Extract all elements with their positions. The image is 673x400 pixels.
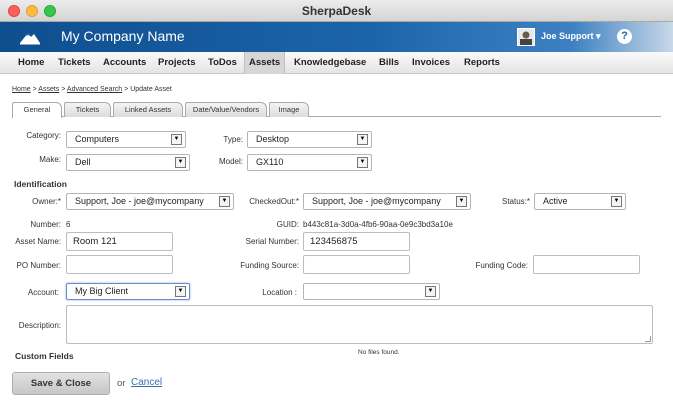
number-value: 6: [66, 220, 71, 229]
dropdown-arrow-icon[interactable]: ▼: [171, 134, 182, 145]
dropdown-arrow-icon[interactable]: ▼: [456, 196, 467, 207]
tab-date-value-vendors[interactable]: Date/Value/Vendors: [185, 102, 267, 117]
breadcrumb: Home > Assets > Advanced Search > Update…: [12, 86, 172, 93]
nav-reports[interactable]: Reports: [460, 52, 504, 74]
type-value: Desktop: [256, 134, 290, 144]
serial-number-input[interactable]: 123456875: [303, 232, 410, 251]
asset-name-label: Asset Name:: [15, 237, 61, 246]
dropdown-arrow-icon[interactable]: ▼: [175, 157, 186, 168]
user-menu[interactable]: Joe Support ▾: [541, 31, 601, 42]
app-header: My Company Name Joe Support ▾ ?: [0, 22, 673, 52]
type-select[interactable]: Desktop ▼: [247, 131, 372, 148]
account-label: Account:: [27, 288, 59, 297]
nav-assets[interactable]: Assets: [244, 52, 286, 74]
tab-general[interactable]: General: [12, 102, 62, 118]
description-textarea[interactable]: [66, 305, 653, 344]
dropdown-arrow-icon[interactable]: ▼: [175, 286, 186, 297]
no-files-message: No files found.: [358, 349, 400, 356]
main-nav: Home Tickets Accounts Projects ToDos Ass…: [0, 52, 673, 74]
model-select[interactable]: GX110 ▼: [247, 154, 372, 171]
type-label: Type:: [223, 135, 243, 144]
tab-tickets[interactable]: Tickets: [64, 102, 111, 117]
owner-value: Support, Joe - joe@mycompany: [75, 196, 204, 206]
nav-projects[interactable]: Projects: [154, 52, 200, 74]
custom-fields-header: Custom Fields: [15, 351, 74, 361]
dropdown-arrow-icon[interactable]: ▼: [357, 134, 368, 145]
category-value: Computers: [75, 134, 120, 144]
dropdown-arrow-icon[interactable]: ▼: [219, 196, 230, 207]
breadcrumb-separator: >: [32, 86, 37, 93]
nav-knowledgebase[interactable]: Knowledgebase: [290, 52, 370, 74]
nav-bills[interactable]: Bills: [375, 52, 403, 74]
mountain-logo-icon[interactable]: [18, 28, 42, 46]
location-select[interactable]: ▼: [303, 283, 440, 300]
cancel-link[interactable]: Cancel: [131, 377, 162, 388]
po-number-label: PO Number:: [16, 261, 61, 270]
or-text: or: [117, 378, 126, 389]
dropdown-arrow-icon[interactable]: ▼: [425, 286, 436, 297]
resize-grip-icon[interactable]: [645, 336, 651, 342]
status-select[interactable]: Active ▼: [534, 193, 626, 210]
nav-home[interactable]: Home: [14, 52, 48, 74]
nav-invoices[interactable]: Invoices: [408, 52, 454, 74]
serial-number-label: Serial Number:: [245, 237, 299, 246]
avatar[interactable]: [517, 28, 535, 46]
breadcrumb-current: Update Asset: [130, 86, 172, 93]
account-select[interactable]: My Big Client ▼: [66, 283, 190, 300]
company-name[interactable]: My Company Name: [61, 28, 185, 44]
asset-name-input[interactable]: Room 121: [66, 232, 173, 251]
owner-label: Owner:*: [32, 197, 61, 206]
status-label: Status:*: [501, 197, 530, 206]
make-label: Make:: [39, 155, 61, 164]
breadcrumb-separator: >: [124, 86, 129, 93]
make-select[interactable]: Dell ▼: [66, 154, 190, 171]
make-value: Dell: [75, 157, 91, 167]
nav-tickets[interactable]: Tickets: [54, 52, 95, 74]
dropdown-arrow-icon[interactable]: ▼: [611, 196, 622, 207]
model-value: GX110: [256, 157, 284, 167]
guid-label: GUID:: [276, 220, 299, 229]
checkedout-value: Support, Joe - joe@mycompany: [312, 196, 441, 206]
account-value: My Big Client: [75, 286, 129, 296]
save-close-button[interactable]: Save & Close: [12, 372, 110, 395]
owner-select[interactable]: Support, Joe - joe@mycompany ▼: [66, 193, 234, 210]
tab-linked-assets[interactable]: Linked Assets: [113, 102, 183, 117]
breadcrumb-advanced-search-link[interactable]: Advanced Search: [67, 86, 122, 93]
nav-accounts[interactable]: Accounts: [99, 52, 150, 74]
funding-code-label: Funding Code:: [475, 261, 528, 270]
checkedout-select[interactable]: Support, Joe - joe@mycompany ▼: [303, 193, 471, 210]
user-avatar-icon: [520, 31, 532, 45]
model-label: Model:: [218, 157, 243, 166]
tab-image[interactable]: Image: [269, 102, 309, 117]
breadcrumb-assets-link[interactable]: Assets: [38, 86, 59, 93]
nav-todos[interactable]: ToDos: [204, 52, 241, 74]
funding-code-input[interactable]: [533, 255, 640, 274]
dropdown-arrow-icon[interactable]: ▼: [357, 157, 368, 168]
location-label: Location :: [262, 288, 297, 297]
window-title: SherpaDesk: [301, 4, 372, 18]
category-select[interactable]: Computers ▼: [66, 131, 186, 148]
number-label: Number:: [30, 220, 61, 229]
identification-header: Identification: [14, 179, 67, 189]
breadcrumb-separator: >: [61, 86, 66, 93]
funding-source-input[interactable]: [303, 255, 410, 274]
status-value: Active: [543, 196, 568, 206]
po-number-input[interactable]: [66, 255, 173, 274]
guid-value: b443c81a-3d0a-4fb6-90aa-0e9c3bd3a10e: [303, 220, 453, 229]
description-label: Description:: [18, 321, 61, 330]
asset-tabs: General Tickets Linked Assets Date/Value…: [12, 102, 661, 118]
checkedout-label: CheckedOut:*: [249, 197, 299, 206]
funding-source-label: Funding Source:: [240, 261, 299, 270]
window-titlebar: SherpaDesk: [0, 0, 673, 22]
category-label: Category:: [26, 131, 61, 140]
help-icon[interactable]: ?: [617, 29, 632, 44]
breadcrumb-home-link[interactable]: Home: [12, 86, 31, 93]
